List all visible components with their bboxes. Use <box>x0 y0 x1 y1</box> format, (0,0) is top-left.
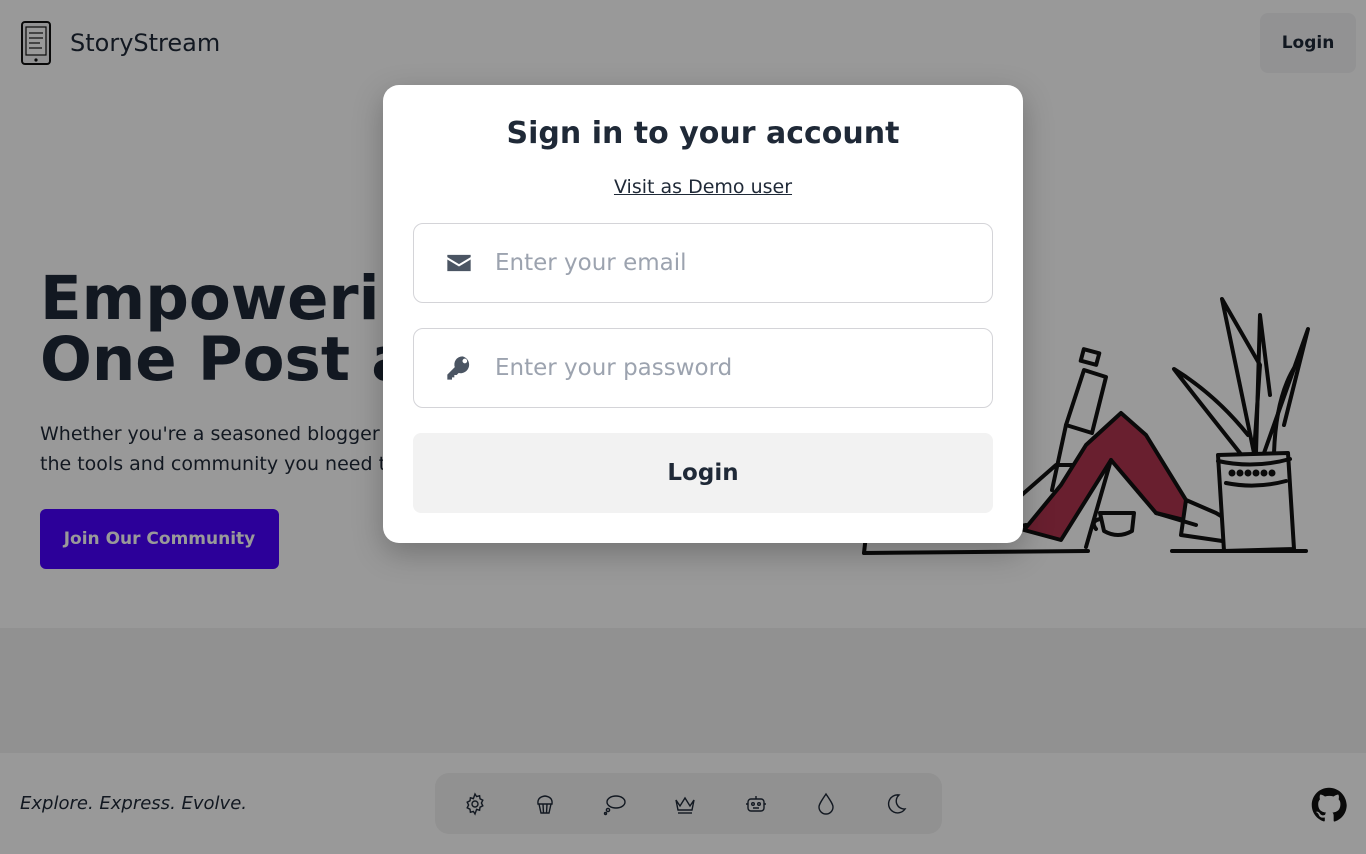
key-icon <box>447 356 470 380</box>
demo-user-link[interactable]: Visit as Demo user <box>383 176 1023 198</box>
email-input[interactable] <box>495 233 992 293</box>
login-submit-button[interactable]: Login <box>413 433 993 513</box>
modal-title: Sign in to your account <box>506 116 900 151</box>
envelope-icon <box>447 254 471 272</box>
password-input[interactable] <box>495 338 992 398</box>
login-modal: Sign in to your account Visit as Demo us… <box>383 85 1023 543</box>
email-field[interactable] <box>413 223 993 303</box>
password-field[interactable] <box>413 328 993 408</box>
